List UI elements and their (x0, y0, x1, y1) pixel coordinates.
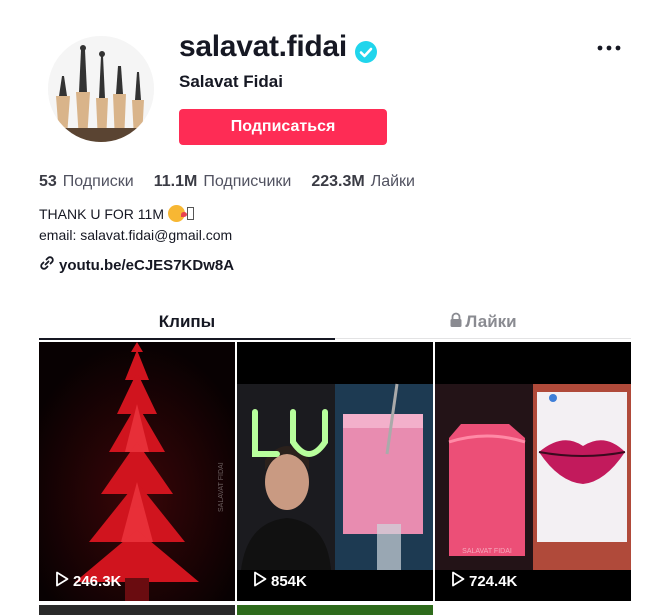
link-icon (39, 255, 55, 275)
display-name: Salavat Fidai (179, 72, 283, 91)
views-count: 724.4K (469, 572, 518, 590)
missing-glyph-icon (186, 207, 194, 220)
video-views: 854K (253, 571, 307, 591)
video-thumbnail[interactable]: 854K (237, 342, 433, 601)
views-count: 246.3K (73, 572, 122, 590)
tab-clips[interactable]: Клипы (39, 306, 335, 340)
likes-stat: 223.3M Лайки (311, 173, 415, 191)
profile-stats: 53 Подписки 11.1M Подписчики 223.3M Лайк… (39, 171, 435, 193)
username-text: salavat.fidai (179, 30, 347, 63)
following-stat[interactable]: 53 Подписки (39, 173, 134, 191)
more-options-icon[interactable] (595, 36, 623, 60)
play-icon (253, 571, 267, 591)
followers-stat[interactable]: 11.1M Подписчики (154, 173, 292, 191)
video-thumbnail[interactable]: SALAVAT FIDAI 246.3K (39, 342, 235, 601)
followers-label: Подписчики (203, 173, 292, 190)
likes-count: 223.3M (311, 173, 365, 190)
bio-line-1: THANK U FOR 11M (39, 205, 164, 222)
tab-likes-label: Лайки (465, 312, 517, 331)
tab-likes[interactable]: Лайки (335, 306, 631, 339)
video-thumbnail[interactable] (39, 605, 235, 615)
username: salavat.fidai (179, 29, 377, 65)
views-count: 854K (271, 572, 307, 590)
verified-badge-icon (354, 36, 377, 63)
follow-button[interactable]: Подписаться (179, 109, 387, 145)
play-icon (55, 571, 69, 591)
video-views: 724.4K (451, 571, 517, 591)
video-views: 246.3K (55, 571, 121, 591)
tab-clips-label: Клипы (158, 312, 216, 331)
following-label: Подписки (62, 173, 134, 190)
profile-tabs: Клипы Лайки (39, 306, 631, 340)
followers-count: 11.1M (153, 173, 198, 190)
video-thumbnail[interactable]: SALAVAT FIDAI 724.4K (435, 342, 631, 601)
video-grid: SALAVAT FIDAI 246.3K 854K SALAVAT FIDAI … (39, 342, 631, 615)
bio: THANK U FOR 11M email: salavat.fidai@gma… (39, 203, 232, 245)
kiss-emoji-icon (167, 205, 187, 222)
video-watermark: SALAVAT FIDAI (462, 548, 512, 555)
play-icon (451, 571, 465, 591)
following-count: 53 (39, 173, 57, 190)
link-text: youtu.be/eCJES7KDw8A (59, 256, 235, 274)
avatar[interactable] (48, 36, 154, 142)
likes-label: Лайки (370, 173, 415, 190)
video-watermark: SALAVAT FIDAI (218, 462, 225, 512)
bio-line-2: email: salavat.fidai@gmail.com (39, 226, 233, 243)
profile-link[interactable]: youtu.be/eCJES7KDw8A (39, 255, 234, 275)
video-thumbnail[interactable] (237, 605, 433, 615)
lock-icon (449, 312, 463, 333)
